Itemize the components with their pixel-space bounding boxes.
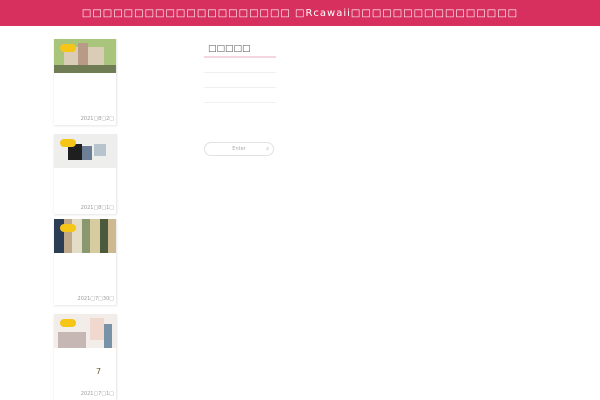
post-card[interactable]: 2021□8□2□ [54, 39, 117, 125]
post-thumbnail[interactable] [54, 39, 116, 73]
post-card[interactable]: 2021□7□30□ [54, 219, 117, 305]
site-title[interactable]: □□□□□□□□□□□□□□□□□□□□ □Rcawaii□□□□□□□□□□□… [82, 8, 518, 19]
widget-divider [204, 72, 276, 73]
sidebar-widget: □□□□□ [204, 44, 276, 103]
widget-divider [204, 87, 276, 88]
post-card[interactable]: 7 2021□7□1□ [54, 314, 117, 400]
category-badge[interactable] [60, 139, 76, 147]
category-badge[interactable] [60, 319, 76, 327]
category-badge[interactable] [60, 224, 76, 232]
post-date: 2021□7□1□ [80, 391, 114, 397]
post-thumbnail[interactable] [54, 219, 116, 253]
post-date: 2021□8□2□ [80, 116, 114, 122]
widget-title: □□□□□ [204, 44, 276, 58]
post-card[interactable]: 2021□8□1□ [54, 134, 117, 214]
widget-divider [204, 102, 276, 103]
search-placeholder: Enter [232, 146, 246, 152]
search-input[interactable]: Enter ⌕ [204, 142, 274, 156]
search-icon[interactable]: ⌕ [266, 146, 269, 152]
category-badge[interactable] [60, 44, 76, 52]
post-excerpt-number: 7 [96, 367, 102, 376]
post-thumbnail[interactable] [54, 134, 116, 168]
post-thumbnail[interactable] [54, 314, 116, 348]
post-date: 2021□8□1□ [80, 205, 114, 211]
site-header: □□□□□□□□□□□□□□□□□□□□ □Rcawaii□□□□□□□□□□□… [0, 0, 600, 26]
post-date: 2021□7□30□ [77, 296, 114, 302]
